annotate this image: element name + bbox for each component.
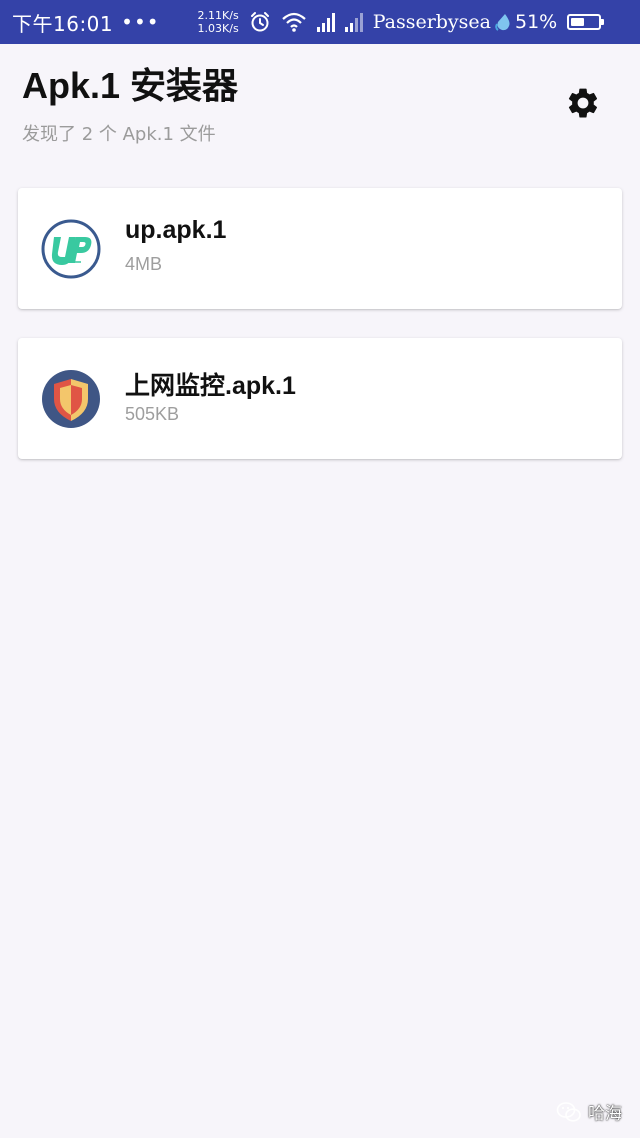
wifi-icon [281,11,307,33]
settings-button[interactable] [564,84,602,122]
shield-app-icon [42,370,100,428]
file-card-monitor-apk[interactable]: 上网监控.apk.1 505KB [18,338,622,459]
app-header: Apk.1 安装器 发现了 2 个 Apk.1 文件 [22,62,622,146]
wechat-icon [556,1101,581,1122]
battery-icon [567,14,605,30]
signal-icon-2 [344,12,363,32]
file-card-up-apk[interactable]: up.apk.1 4MB [18,188,622,309]
signal-icon [316,12,335,32]
water-drop-icon [493,12,513,32]
file-size: 505KB [125,404,180,424]
status-bar: 下午16:01 ••• 2.11K/s 1.03K/s Passerbysea … [0,0,640,44]
wechat-watermark: 哈海 [556,1099,622,1124]
file-count-subtitle: 发现了 2 个 Apk.1 文件 [22,124,216,145]
upload-speed: 2.11K/s [197,9,239,22]
download-speed: 1.03K/s [197,22,239,35]
more-notifications-icon: ••• [121,10,160,34]
alarm-icon [249,11,271,33]
carrier-name: Passerbysea [372,11,491,33]
battery-percent: 51% [515,11,558,33]
file-name: up.apk.1 [125,216,227,244]
page-title: Apk.1 安装器 [22,65,239,106]
battery-fill [571,18,585,26]
status-time: 下午16:01 [12,11,114,36]
watermark-text: 哈海 [588,1104,622,1124]
file-size: 4MB [125,254,163,274]
network-speed: 2.11K/s 1.03K/s [198,9,239,35]
gear-icon [568,88,598,118]
up-app-icon [41,219,101,279]
file-name: 上网监控.apk.1 [125,372,296,400]
